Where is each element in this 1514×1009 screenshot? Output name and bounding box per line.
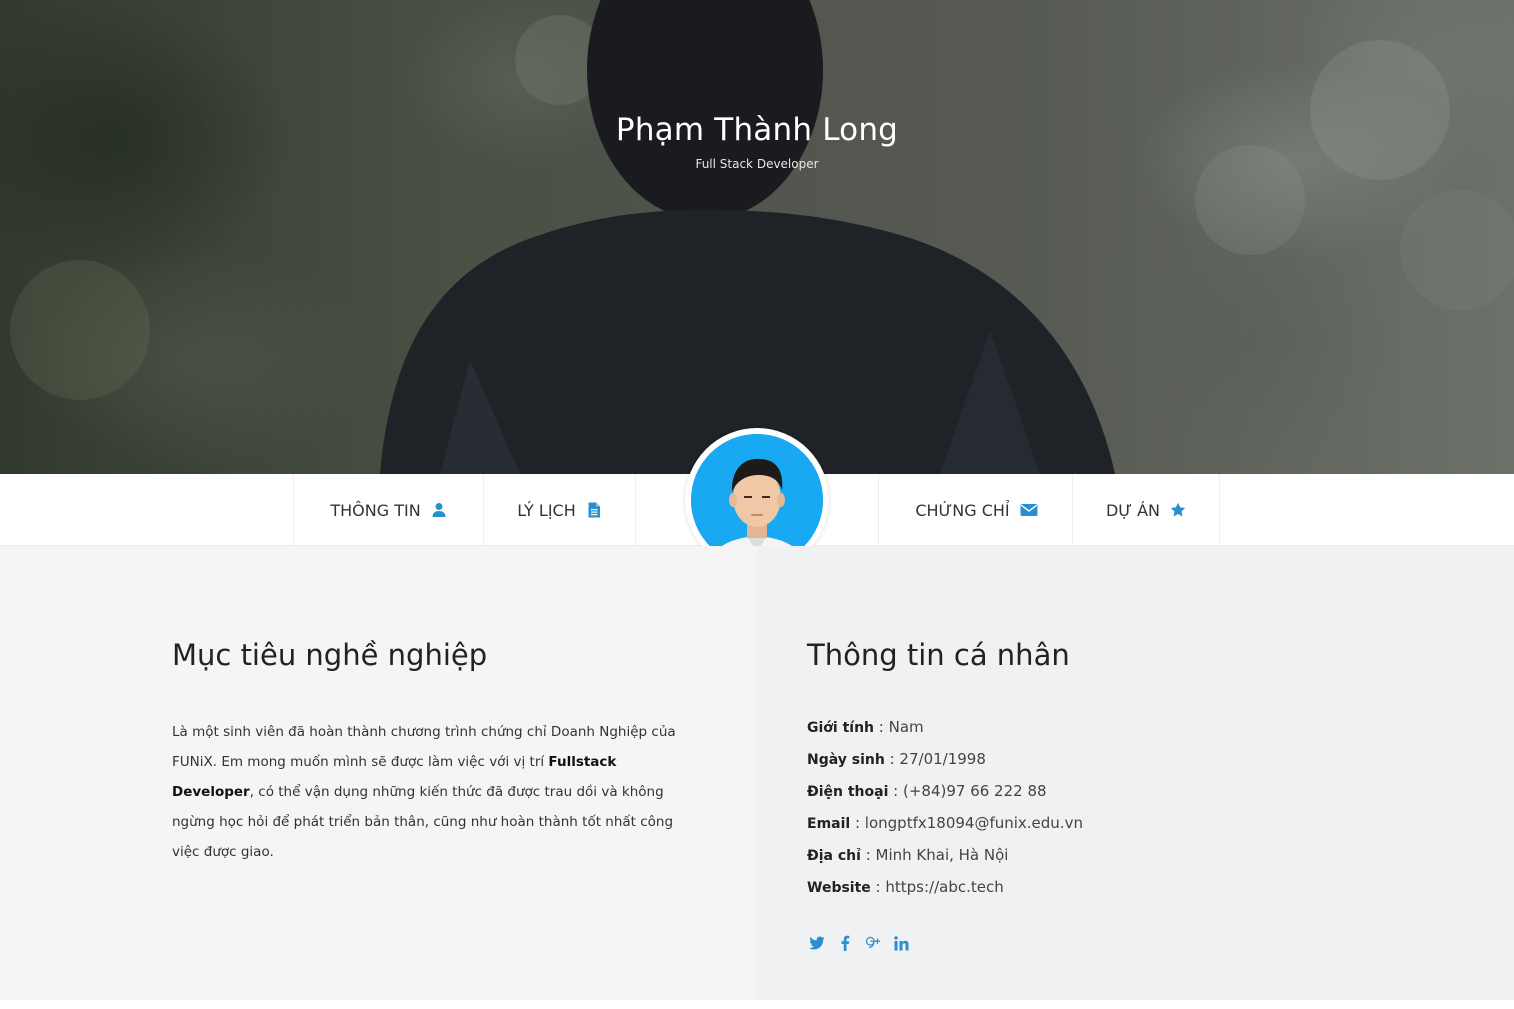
personal-info-list: Giới tính : Nam Ngày sinh : 27/01/1998 Đ…	[807, 718, 1083, 910]
user-icon	[431, 502, 447, 518]
twitter-icon[interactable]	[809, 934, 825, 952]
info-label: Email	[807, 816, 851, 832]
info-separator: :	[884, 750, 900, 768]
profile-role: Full Stack Developer	[695, 157, 819, 171]
envelope-icon	[1020, 502, 1038, 518]
info-separator: :	[850, 814, 865, 832]
google-plus-icon[interactable]	[865, 934, 881, 952]
objective-text: Là một sinh viên đã hoàn thành chương tr…	[172, 717, 702, 867]
nav-tab-thong-tin[interactable]: THÔNG TIN	[293, 474, 483, 546]
nav-tab-du-an[interactable]: DỰ ÁN	[1072, 474, 1220, 546]
nav-tab-ly-lich[interactable]: LÝ LỊCH	[483, 474, 635, 546]
nav-tab-label: THÔNG TIN	[330, 500, 421, 520]
info-separator: :	[874, 718, 889, 736]
hero-overlay	[0, 0, 1514, 474]
nav-tab-chung-chi[interactable]: CHỨNG CHỈ	[878, 474, 1072, 546]
info-value: longptfx18094@funix.edu.vn	[864, 814, 1083, 832]
info-label: Điện thoại	[807, 784, 889, 800]
document-icon	[586, 502, 602, 518]
info-row-email: Email : longptfx18094@funix.edu.vn	[807, 814, 1083, 846]
objective-title: Mục tiêu nghề nghiệp	[172, 638, 488, 672]
nav-tab-label: CHỨNG CHỈ	[915, 500, 1010, 520]
profile-name: Phạm Thành Long	[615, 112, 899, 148]
info-value: Minh Khai, Hà Nội	[875, 846, 1009, 864]
info-separator: :	[860, 846, 876, 864]
info-value: Nam	[888, 718, 924, 736]
info-label: Ngày sinh	[807, 752, 885, 768]
nav-divider	[635, 474, 636, 546]
facebook-icon[interactable]	[837, 934, 853, 952]
nav-tab-label: LÝ LỊCH	[517, 500, 576, 520]
info-row-birthday: Ngày sinh : 27/01/1998	[807, 750, 1083, 782]
info-label: Website	[807, 880, 871, 896]
linkedin-icon[interactable]	[893, 934, 909, 952]
star-icon	[1170, 502, 1186, 518]
info-label: Địa chỉ	[807, 848, 861, 864]
info-value: 27/01/1998	[899, 750, 986, 768]
info-value: (+84)97 66 222 88	[902, 782, 1047, 800]
hero-banner: Phạm Thành Long Full Stack Developer	[0, 0, 1514, 474]
info-label: Giới tính	[807, 720, 875, 736]
info-value: https://abc.tech	[885, 878, 1004, 896]
info-separator: :	[888, 782, 903, 800]
info-separator: :	[870, 878, 886, 896]
info-row-website: Website : https://abc.tech	[807, 878, 1083, 910]
social-links	[809, 934, 909, 952]
info-row-gender: Giới tính : Nam	[807, 718, 1083, 750]
info-row-phone: Điện thoại : (+84)97 66 222 88	[807, 782, 1083, 814]
info-row-address: Địa chỉ : Minh Khai, Hà Nội	[807, 846, 1083, 878]
nav-tab-label: DỰ ÁN	[1105, 500, 1161, 520]
personal-info-title: Thông tin cá nhân	[807, 638, 1070, 672]
